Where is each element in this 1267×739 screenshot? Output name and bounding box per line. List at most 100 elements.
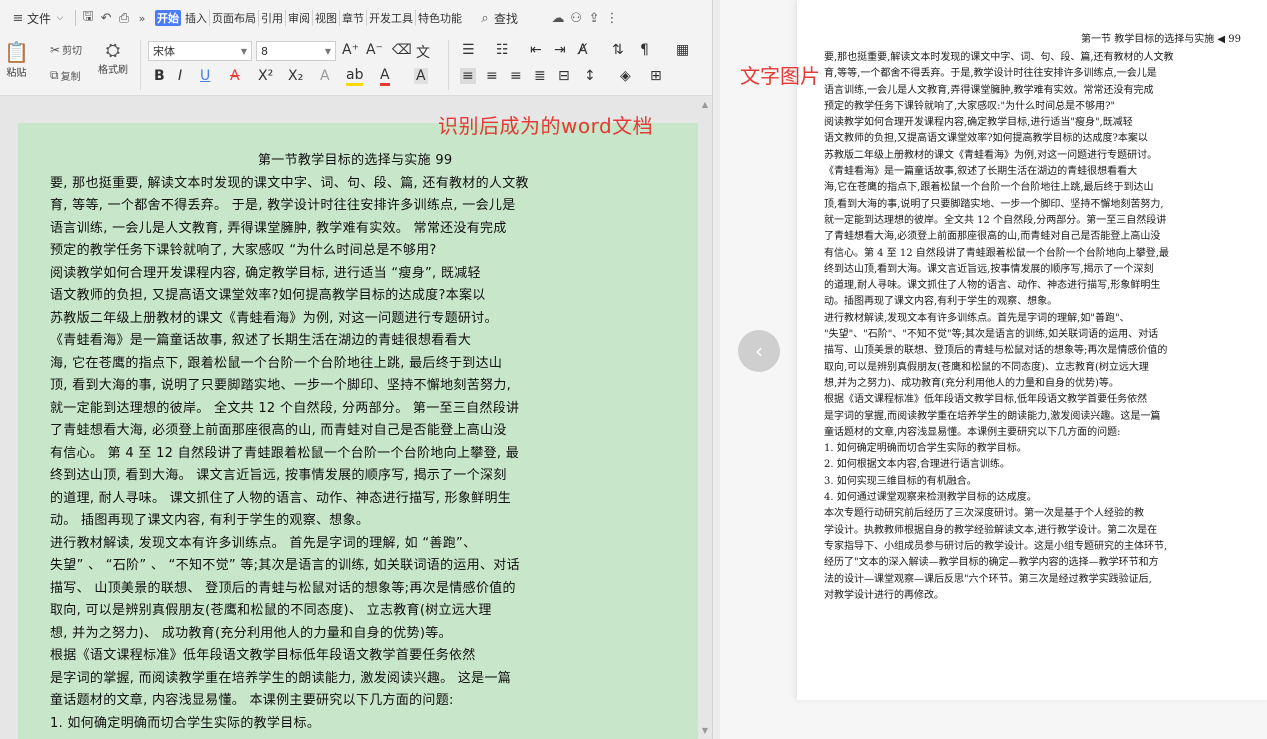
scan-line: 4. 如何通过课堂观察来检测教学目标的达成度。 xyxy=(824,492,1037,504)
user-icon[interactable]: ⚇ xyxy=(567,9,585,27)
scan-line: 法的设计—课堂观察—课后反思"六个环节。第三次是经过教学实践验证后, xyxy=(824,573,1152,585)
font-size-select[interactable]: 8 ▼ xyxy=(256,41,336,61)
align-left-icon[interactable]: ≡ xyxy=(460,68,476,84)
scroll-up-icon[interactable]: ▲ xyxy=(701,100,709,109)
copy-button[interactable]: ⧉ 复制 xyxy=(50,68,81,83)
search-icon: ⌕ xyxy=(481,10,489,26)
cut-label: 剪切 xyxy=(62,46,83,57)
scan-line: 描写、山顶美景的联想、登顶后的青蛙与松鼠对话的想象等;再次是情感价值的 xyxy=(824,345,1168,357)
scan-line: 语文教师的负担,又提高语文课堂效率?如何提高教学目标的达成度?本案以 xyxy=(824,133,1148,145)
page-heading: 第一节教学目标的选择与实施 99 xyxy=(258,153,453,168)
bold-button[interactable]: B xyxy=(154,68,165,84)
cloud-icon[interactable]: ☁ xyxy=(549,9,567,27)
document-line: 语言训练, 一会儿是人文教育, 弄得课堂臃肿, 教学难有实效。 常常还没有完成 xyxy=(50,220,507,236)
scan-line: 苏教版二年级上册教材的课文《青蛙看海》为例,对这一问题进行专题研讨。 xyxy=(824,149,1158,161)
document-line: 了青蛙想看大海, 必须登上前面那座很高的山, 而青蛙对自己是否能登上高山没 xyxy=(50,423,507,438)
share-icon[interactable]: ⇪ xyxy=(585,9,603,27)
undo-icon[interactable]: ↶ xyxy=(97,9,115,27)
underline-button[interactable]: U xyxy=(200,68,210,84)
superscript-button[interactable]: X² xyxy=(258,68,273,84)
document-line: 是字词的掌握, 而阅读教学重在培养学生的朗读能力, 激发阅读兴趣。 这是一篇 xyxy=(50,670,512,686)
tab-section[interactable]: 章节 xyxy=(340,10,368,26)
cut-button[interactable]: ✂ 剪切 xyxy=(50,42,83,58)
format-painter-button[interactable]: ⛭ 格式刷 xyxy=(98,40,128,76)
text-direction-icon[interactable]: A̸ xyxy=(578,42,588,58)
more-icon[interactable]: » xyxy=(133,9,151,27)
file-menu[interactable]: ≡ 文件 ⌵ xyxy=(6,7,72,29)
scan-line: 有信心。第 4 至 12 自然段讲了青蛙跟着松鼠一个台阶一个台阶地向上攀登,最 xyxy=(824,247,1169,259)
italic-button[interactable]: I xyxy=(178,68,182,84)
document-line: 海, 它在苍鹰的指点下, 跟着松鼠一个台阶一个台阶地往上跳, 最后终于到达山 xyxy=(50,355,503,371)
document-line: 的道理, 耐人寻味。 课文抓住了人物的语言、动作、神态进行描写, 形象鲜明生 xyxy=(50,490,512,506)
scan-line: 1. 如何确定明确而切合学生实际的教学目标。 xyxy=(824,443,1027,455)
subscript-button[interactable]: X₂ xyxy=(288,68,303,84)
align-center-icon[interactable]: ≡ xyxy=(486,68,498,84)
save-icon[interactable]: 🖫 xyxy=(79,9,97,27)
show-marks-icon[interactable]: ¶ xyxy=(640,42,649,58)
menu-bar: ≡ 文件 ⌵ 🖫 ↶ ⎙ » 开始 插入 页面布局 引用 审阅 视图 章节 开发… xyxy=(0,0,712,36)
font-color-button[interactable]: A xyxy=(380,68,390,86)
increase-font-icon[interactable]: A⁺ xyxy=(342,42,359,58)
pinyin-icon[interactable]: 文 xyxy=(416,42,430,62)
scan-line: 了青蛙想看大海,必须登上前面那座很高的山,而青蛙对自己是否能登上高山没 xyxy=(824,231,1161,243)
scan-body: 要,那也挺重要,解读文本时发现的课文中字、词、句、段、篇,还有教材的人文教 育,等… xyxy=(824,50,1174,604)
previous-image-button[interactable]: ‹ xyxy=(738,330,780,372)
tab-view[interactable]: 视图 xyxy=(313,10,341,26)
scan-line: 学设计。执教教师根据自身的教学经验解读文本,进行教学设计。第二次是在 xyxy=(824,524,1158,536)
document-line: 要, 那也挺重要, 解读文本时发现的课文中字、词、句、段、篇, 还有教材的人文教 xyxy=(50,175,529,191)
search-label: 查找 xyxy=(494,11,519,26)
sort-icon[interactable]: ⇅ xyxy=(612,42,624,58)
scan-line: 2. 如何根据文本内容,合理进行语言训练。 xyxy=(824,459,1010,471)
more-options-icon[interactable]: ⋮ xyxy=(603,9,621,27)
char-border-button[interactable]: A xyxy=(414,68,428,84)
document-body: 第一节教学目标的选择与实施 99 要, 那也挺重要, 解读文本时发现的课文中字、… xyxy=(18,123,698,735)
decrease-indent-icon[interactable]: ⇤ xyxy=(530,42,542,58)
search-button[interactable]: ⌕ 查找 xyxy=(473,7,521,29)
borders-icon[interactable]: ⊞ xyxy=(650,68,662,84)
document-line: 描写、 山顶美景的联想、 登顶后的青蛙与松鼠对话的想象等;再次是情感价值的 xyxy=(50,580,516,596)
image-viewer-pane: 第一节 教学目标的选择与实施 ◀ 99 要,那也挺重要,解读文本时发现的课文中字… xyxy=(720,0,1267,739)
distributed-icon[interactable]: ⊟ xyxy=(558,68,570,84)
ribbon-tabs: 开始 插入 页面布局 引用 审阅 视图 章节 开发工具 特色功能 xyxy=(151,7,467,29)
tab-review[interactable]: 审阅 xyxy=(286,10,314,26)
document-page[interactable]: 第一节教学目标的选择与实施 99 要, 那也挺重要, 解读文本时发现的课文中字、… xyxy=(18,123,698,739)
scanned-page-image: 第一节 教学目标的选择与实施 ◀ 99 要,那也挺重要,解读文本时发现的课文中字… xyxy=(797,0,1267,700)
char-shading-button[interactable]: A xyxy=(320,68,330,84)
scan-line: 想,并为之努力)、成功教育(充分利用他人的力量和自身的优势)等。 xyxy=(824,377,1119,389)
increase-indent-icon[interactable]: ⇥ xyxy=(554,42,566,58)
table-icon[interactable]: ▦ xyxy=(676,42,689,58)
pane-divider[interactable] xyxy=(712,0,720,739)
clear-format-icon[interactable]: ⌫ xyxy=(392,42,412,58)
justify-icon[interactable]: ≣ xyxy=(534,68,546,84)
tab-features[interactable]: 特色功能 xyxy=(416,10,464,26)
tab-page-layout[interactable]: 页面布局 xyxy=(210,10,260,26)
highlight-button[interactable]: ab xyxy=(346,68,364,86)
paste-button[interactable]: 📋 粘贴 xyxy=(4,40,29,79)
tab-home[interactable]: 开始 xyxy=(155,10,182,26)
paste-label: 粘贴 xyxy=(6,68,27,79)
font-name-select[interactable]: 宋体 ▼ xyxy=(148,41,252,61)
tab-insert[interactable]: 插入 xyxy=(183,10,211,26)
scroll-down-icon[interactable]: ▼ xyxy=(701,726,709,735)
line-spacing-icon[interactable]: ↕ xyxy=(584,68,596,84)
scan-line: 动。插图再现了课文内容,有利于学生的观察、想象。 xyxy=(824,296,1058,308)
scan-line: 要,那也挺重要,解读文本时发现的课文中字、词、句、段、篇,还有教材的人文教 xyxy=(824,52,1174,63)
separator xyxy=(140,40,141,90)
align-right-icon[interactable]: ≡ xyxy=(510,68,522,84)
format-painter-label: 格式刷 xyxy=(98,65,128,76)
scissors-icon: ✂ xyxy=(50,42,61,57)
scan-line: 预定的教学任务下课铃就响了,大家感叹:"为什么时间总是不够用?" xyxy=(824,100,1116,112)
strikethrough-button[interactable]: A xyxy=(230,68,240,84)
numbered-list-icon[interactable]: ☷ xyxy=(496,42,509,58)
decrease-font-icon[interactable]: A⁻ xyxy=(366,42,383,58)
scan-line: 就一定能到达理想的彼岸。全文共 12 个自然段,分两部分。第一至三自然段讲 xyxy=(824,214,1167,226)
shading-icon[interactable]: ◈ xyxy=(620,68,631,84)
bullet-list-icon[interactable]: ☰ xyxy=(462,42,475,58)
vertical-scrollbar[interactable]: ▲ ▼ xyxy=(701,100,709,735)
print-icon[interactable]: ⎙ xyxy=(115,9,133,27)
tab-references[interactable]: 引用 xyxy=(259,10,287,26)
scan-line: 本次专题行动研究前后经历了三次深度研讨。第一次是基于个人经验的教 xyxy=(824,508,1144,520)
document-line: 阅读教学如何合理开发课程内容, 确定教学目标, 进行适当 “瘦身”, 既减轻 xyxy=(50,265,481,281)
scan-line: "失望"、"石阶"、"不知不觉"等;其次是语言的训练,如关联词语的运用、对话 xyxy=(824,329,1159,341)
tab-developer[interactable]: 开发工具 xyxy=(367,10,417,26)
